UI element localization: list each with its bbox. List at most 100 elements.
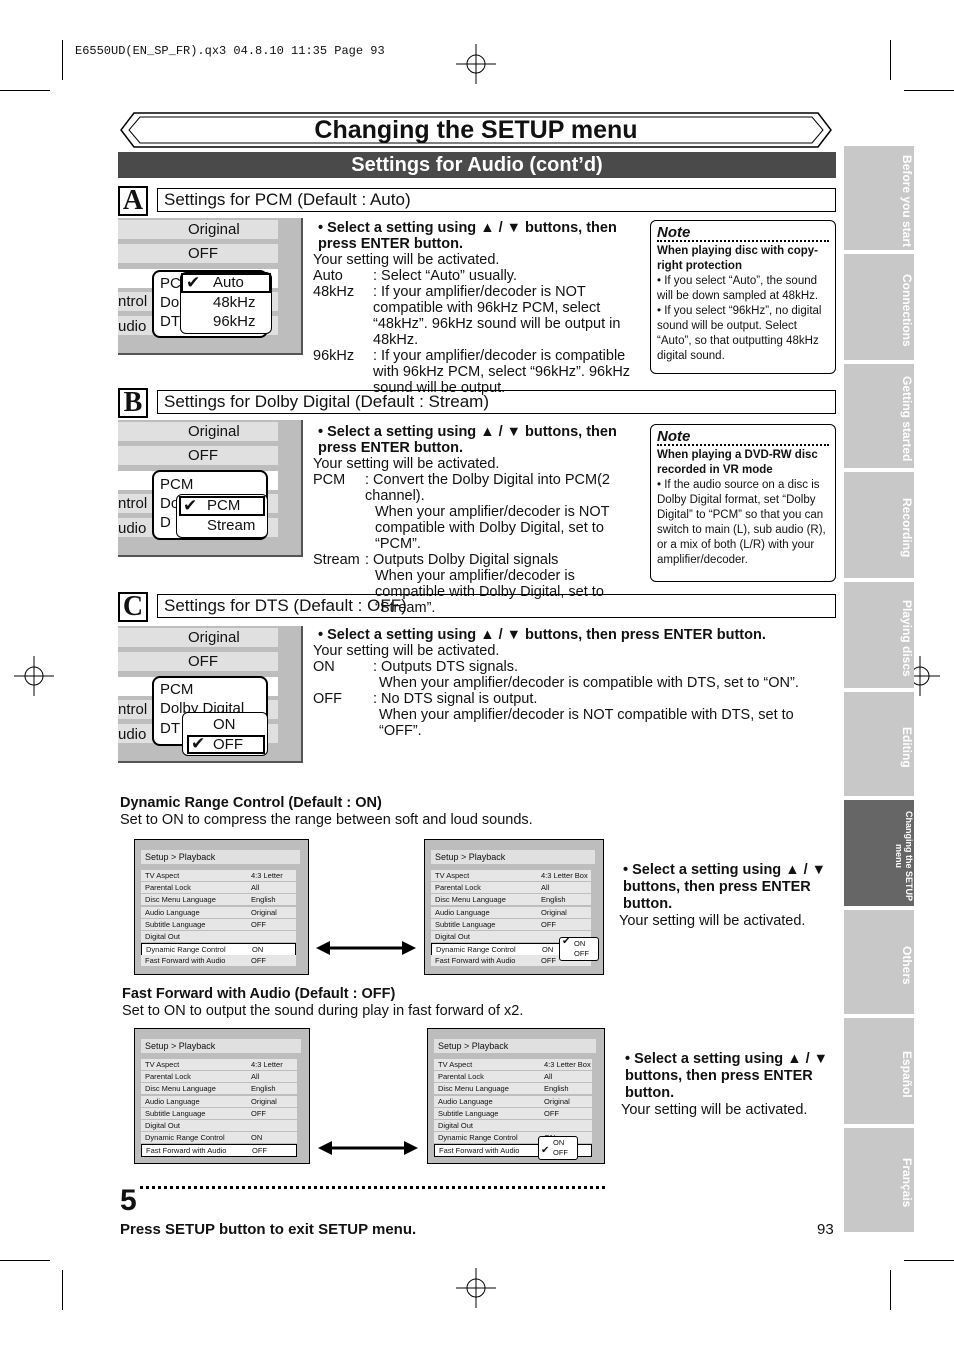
- option-key: PCM: [313, 472, 346, 488]
- option-on[interactable]: ON: [574, 939, 585, 949]
- option-desc: : Outputs Dolby Digital signals: [365, 552, 559, 568]
- double-arrow-icon: [316, 941, 416, 955]
- screen-row: Disc Menu Language English: [431, 894, 591, 906]
- option-desc: : If your amplifier/decoder is compatibl…: [373, 348, 631, 396]
- menu-row: OFF: [118, 446, 278, 465]
- section-letter: A: [118, 186, 148, 216]
- option-off[interactable]: OFF: [574, 949, 589, 959]
- screen-row-label: Parental Lock: [145, 1072, 191, 1082]
- instruction: • Select a setting using ▲ / ▼ buttons, …: [318, 220, 617, 252]
- screen-row-value: 4:3 Letter Box: [544, 1060, 591, 1069]
- screen-row: Parental Lock All: [434, 1071, 592, 1083]
- screen-row: Parental Lock All: [431, 882, 591, 894]
- screen-row-value: Original: [251, 1096, 277, 1106]
- screen-row-value: Original: [544, 1096, 570, 1106]
- screen-row: Subtitle Language OFF: [141, 1107, 297, 1119]
- screen-row: TV Aspect4:3 Letter Box: [141, 870, 296, 891]
- option-96khz[interactable]: 96kHz: [213, 313, 256, 330]
- option-desc: : If your amplifier/decoder is NOT compa…: [373, 284, 621, 348]
- screen-row: Audio Language Original: [141, 1095, 297, 1107]
- tab-8: Español: [844, 1018, 914, 1124]
- note-box: Note When playing a DVD-RW disc recorded…: [650, 424, 836, 582]
- note-title: Note: [657, 225, 829, 242]
- option-stream[interactable]: Stream: [207, 517, 255, 534]
- double-arrow-icon: [318, 1141, 418, 1155]
- screen-row-label: Digital Out: [145, 932, 181, 941]
- screen-row: Subtitle Language OFF: [431, 918, 591, 930]
- option-desc: : Select “Auto” usually.: [373, 268, 517, 284]
- screen-row-label: Dynamic Range Control: [146, 945, 226, 955]
- note-bullet: • If you select “96kHz”, no digital soun…: [657, 305, 822, 362]
- screen-row-value: English: [251, 895, 276, 905]
- screen-row-label: Disc Menu Language: [435, 895, 506, 905]
- screen-option-popup: ON OFF ✔: [559, 937, 599, 961]
- screen-row-value: English: [541, 895, 566, 905]
- option-off[interactable]: OFF: [213, 736, 243, 753]
- menu-option: PC: [160, 275, 181, 292]
- screen-row-value: OFF: [541, 956, 556, 966]
- option-auto[interactable]: Auto: [213, 274, 244, 291]
- screen-row-value: OFF: [251, 956, 266, 966]
- option-key: Auto: [313, 268, 343, 284]
- note-bullet: • If you select “Auto”, the sound will b…: [657, 275, 819, 302]
- screen-row: Subtitle Language OFF: [434, 1107, 592, 1119]
- screen-row-label: Disc Menu Language: [145, 895, 216, 905]
- step-text: Press SETUP button to exit SETUP menu.: [120, 1221, 417, 1238]
- option-key: OFF: [313, 691, 342, 707]
- menu-side-label: udio: [118, 520, 147, 537]
- pcm-options-popup: ✔ Auto 48kHz 96kHz: [180, 272, 272, 334]
- ffa-description: Set to ON to output the sound during pla…: [122, 1003, 524, 1019]
- screen-row: Audio Language Original: [434, 1095, 592, 1107]
- screen-row-label: Dynamic Range Control: [436, 945, 516, 955]
- crop-mark: [62, 1270, 63, 1310]
- screen-row: Fast Forward with Audio OFF: [141, 955, 296, 967]
- screen-row-label: TV Aspect: [435, 871, 470, 880]
- screen-row: Digital Out: [434, 1120, 592, 1131]
- screen-row: Digital Out: [141, 931, 296, 942]
- setup-screen-before: Setup > Playback TV Aspect4:3 Letter BoxP…: [134, 1028, 310, 1164]
- screen-row: TV Aspect 4:3 Letter Box: [434, 1059, 592, 1070]
- menu-row: OFF: [118, 244, 278, 263]
- menu-row: Original: [118, 422, 278, 441]
- setup-screen-after: Setup > Playback TV Aspect 4:3 Letter Box P…: [427, 1028, 605, 1164]
- option-on[interactable]: ON: [553, 1138, 564, 1148]
- page-title-banner: Changing the SETUP menu: [120, 112, 832, 148]
- menu-side-label: ntrol: [118, 701, 148, 718]
- screen-row-label: Fast Forward with Audio: [439, 1146, 520, 1156]
- option-desc: When your amplifier/decoder is NOT compa…: [375, 504, 610, 552]
- screen-row-label: Parental Lock: [438, 1072, 484, 1082]
- screen-row-label: Audio Language: [145, 907, 200, 917]
- screen-row-label: Disc Menu Language: [438, 1084, 509, 1094]
- section-heading: Settings for DTS (Default : OFF): [157, 594, 836, 618]
- screen-row-label: Dynamic Range Control: [145, 1133, 225, 1143]
- checkmark-icon: ✔: [541, 1145, 550, 1156]
- menu-option: DT: [160, 313, 180, 330]
- screen-row-value: ON: [542, 945, 554, 955]
- menu-side-label: udio: [118, 726, 147, 743]
- screen-row-label: Parental Lock: [145, 883, 191, 893]
- tab-6: Changing the SETUP menu: [844, 800, 914, 906]
- option-key: 48kHz: [313, 284, 355, 300]
- screen-row-label: TV Aspect: [438, 1060, 473, 1069]
- note-heading: When playing disc with copy-right protec…: [657, 245, 819, 272]
- option-desc: : Convert the Dolby Digital into PCM(2 c…: [365, 472, 610, 504]
- option-pcm[interactable]: PCM: [207, 497, 240, 514]
- option-off[interactable]: OFF: [553, 1148, 568, 1158]
- screen-row-label: Digital Out: [435, 932, 471, 941]
- screen-row-label: Audio Language: [435, 907, 490, 917]
- option-key: ON: [313, 659, 335, 675]
- crop-mark: [0, 90, 50, 91]
- menu-option: PCM: [160, 681, 194, 698]
- note-bullet: • If the audio source on a disc is Dolby…: [657, 479, 826, 566]
- screen-row: Audio Language Original: [431, 906, 591, 918]
- menu-side-label: ntrol: [118, 293, 148, 310]
- screen-row: TV Aspect4:3 Letter Box: [431, 870, 591, 881]
- option-desc: When your amplifier/decoder is NOT compa…: [379, 707, 794, 739]
- screen-row: Fast Forward with Audio OFF: [141, 1144, 297, 1158]
- activated-text: Your setting will be activated.: [621, 1102, 808, 1118]
- screen-row-label: Digital Out: [145, 1121, 181, 1130]
- note-heading: When playing a DVD-RW disc recorded in V…: [657, 449, 818, 476]
- option-on[interactable]: ON: [213, 716, 236, 733]
- registration-mark-icon: [456, 1268, 496, 1308]
- option-48khz[interactable]: 48kHz: [213, 294, 256, 311]
